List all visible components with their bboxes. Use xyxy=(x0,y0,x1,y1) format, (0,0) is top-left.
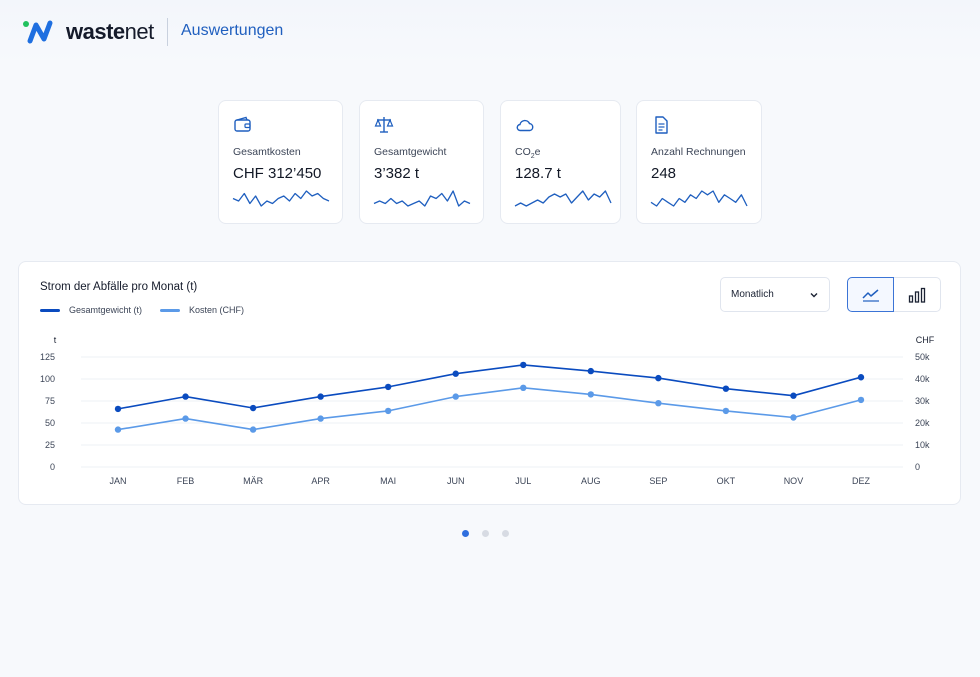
kpi-label: Gesamtkosten xyxy=(233,146,301,158)
logo-mark-icon xyxy=(23,20,53,44)
document-icon xyxy=(655,116,668,134)
right-axis-label: CHF xyxy=(916,335,935,345)
pagination-dot[interactable] xyxy=(462,530,469,537)
data-point[interactable] xyxy=(857,374,865,381)
data-point[interactable] xyxy=(587,367,595,375)
kpi-value: 128.7 t xyxy=(515,165,561,182)
kpi-value: 3’382 t xyxy=(374,165,420,182)
wallet-icon xyxy=(234,116,251,132)
data-point[interactable] xyxy=(384,407,392,415)
x-tick-label: MAI xyxy=(380,476,396,486)
y-tick-left: 75 xyxy=(45,396,55,406)
y-tick-right: 0 xyxy=(915,462,920,472)
kpi-sparkline xyxy=(650,190,748,207)
kpi-label: Gesamtgewicht xyxy=(374,146,447,158)
x-tick-label: NOV xyxy=(784,476,804,486)
chart-card: Strom der Abfälle pro Monat (t) Gesamtge… xyxy=(18,261,961,505)
data-point[interactable] xyxy=(722,385,730,392)
line-chart: t CHF 0 0 25 10k 50 20k 75 30k 100 40k 125 50k JAN FEB M… xyxy=(40,335,935,486)
logo-wordmark: wastenet xyxy=(66,19,154,44)
left-axis-label: t xyxy=(54,335,57,345)
y-tick-left: 50 xyxy=(45,418,55,428)
kpi-label: CO2e xyxy=(515,146,541,161)
kpi-sparkline xyxy=(232,190,330,207)
kpi-sparkline xyxy=(514,190,612,207)
app-header: wastenet Auswertungen xyxy=(0,0,980,64)
y-tick-right: 40k xyxy=(915,374,930,384)
data-point[interactable] xyxy=(317,415,324,422)
y-tick-left: 25 xyxy=(45,440,55,450)
wastenet-logo[interactable]: wastenet xyxy=(22,19,154,45)
data-point[interactable] xyxy=(790,414,797,421)
data-point[interactable] xyxy=(114,405,122,413)
y-tick-right: 10k xyxy=(915,440,930,450)
pagination-dot[interactable] xyxy=(482,530,489,537)
kpi-value: CHF 312’450 xyxy=(233,165,322,182)
data-point[interactable] xyxy=(857,396,865,404)
y-tick-left: 100 xyxy=(40,374,55,384)
carousel-pagination xyxy=(462,530,522,537)
data-point[interactable] xyxy=(182,415,189,422)
x-tick-label: FEB xyxy=(177,476,195,486)
data-point[interactable] xyxy=(655,400,662,407)
y-tick-left: 0 xyxy=(50,462,55,472)
sparkline-path xyxy=(514,190,612,207)
data-point[interactable] xyxy=(249,404,257,412)
x-tick-label: AUG xyxy=(581,476,601,486)
data-point[interactable] xyxy=(520,384,527,391)
data-point[interactable] xyxy=(452,370,459,377)
y-tick-right: 20k xyxy=(915,418,930,428)
x-tick-label: APR xyxy=(311,476,330,486)
kpi-card-cost[interactable]: Gesamtkosten CHF 312’450 xyxy=(218,100,343,224)
data-point[interactable] xyxy=(520,361,527,369)
data-point[interactable] xyxy=(452,393,459,400)
x-tick-label: JUN xyxy=(447,476,465,486)
x-tick-label: DEZ xyxy=(852,476,871,486)
data-point[interactable] xyxy=(182,393,189,400)
x-tick-label: SEP xyxy=(649,476,667,486)
kpi-card-co2[interactable]: CO2e 128.7 t xyxy=(500,100,621,224)
y-tick-left: 125 xyxy=(40,352,55,362)
kpi-sparkline xyxy=(373,190,471,207)
kpi-card-invoices[interactable]: Anzahl Rechnungen 248 xyxy=(636,100,762,224)
data-point[interactable] xyxy=(249,426,257,433)
series-line xyxy=(117,364,862,410)
data-point[interactable] xyxy=(587,391,595,398)
data-point[interactable] xyxy=(384,383,392,391)
data-point[interactable] xyxy=(317,393,324,400)
kpi-label: Anzahl Rechnungen xyxy=(651,146,746,158)
data-point[interactable] xyxy=(114,426,122,433)
data-point[interactable] xyxy=(655,374,662,382)
y-tick-right: 30k xyxy=(915,396,930,406)
cloud-icon xyxy=(516,119,534,132)
kpi-value: 248 xyxy=(651,165,677,182)
header-divider xyxy=(167,18,168,46)
x-tick-label: OKT xyxy=(717,476,736,486)
pagination-dot[interactable] xyxy=(502,530,509,537)
data-point[interactable] xyxy=(722,407,730,415)
sparkline-path xyxy=(373,190,471,207)
x-tick-label: JUL xyxy=(515,476,531,486)
data-point[interactable] xyxy=(790,392,797,399)
page-title: Auswertungen xyxy=(181,22,284,39)
x-tick-label: MÄR xyxy=(243,476,264,486)
sparkline-path xyxy=(232,190,330,207)
kpi-card-weight[interactable]: Gesamtgewicht 3’382 t xyxy=(359,100,484,224)
y-tick-right: 50k xyxy=(915,352,930,362)
sparkline-path xyxy=(650,190,748,207)
scale-icon xyxy=(374,117,394,133)
x-tick-label: JAN xyxy=(109,476,126,486)
